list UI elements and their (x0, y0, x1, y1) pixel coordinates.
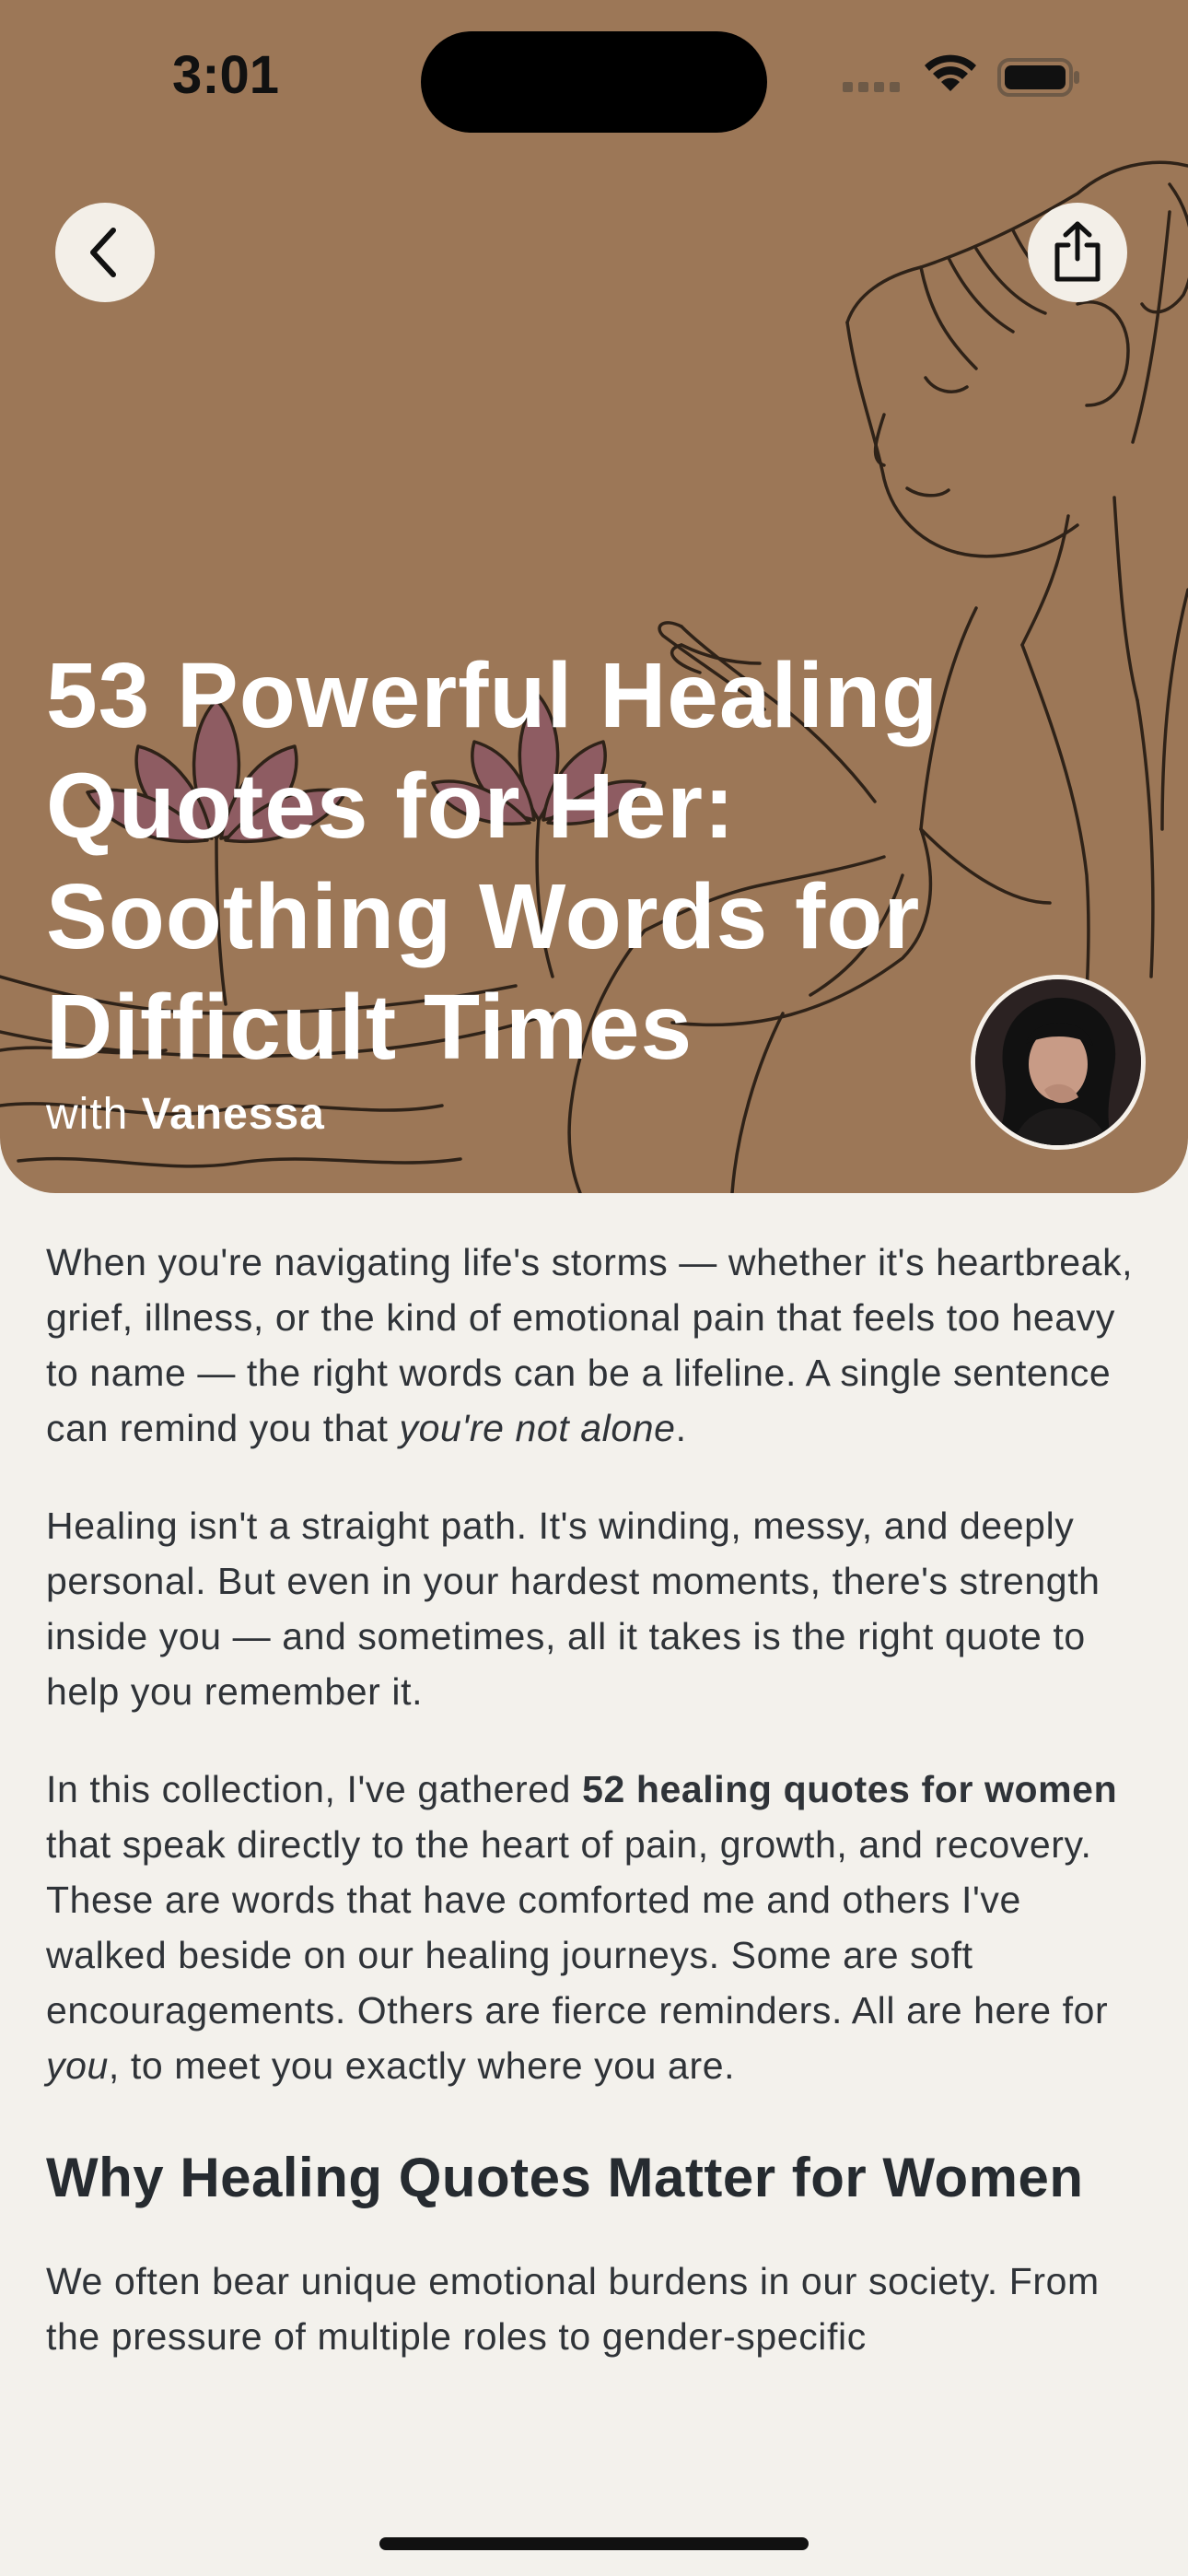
paragraph-healing: Healing isn't a straight path. It's wind… (46, 1505, 1101, 1713)
battery-icon (997, 58, 1079, 97)
paragraph-intro: When you're navigating life's storms — w… (46, 1241, 1134, 1449)
wifi-icon (925, 54, 976, 91)
article-title: 53 Powerful Healing Quotes for Her: Soot… (46, 644, 939, 1079)
dynamic-island (421, 31, 767, 133)
home-indicator[interactable] (379, 2537, 809, 2550)
byline-prefix: with (46, 1090, 129, 1139)
author-avatar[interactable] (971, 975, 1146, 1150)
share-icon (1054, 221, 1101, 282)
back-button[interactable] (55, 203, 155, 302)
author-photo (975, 979, 1141, 1145)
author-name[interactable]: Vanessa (142, 1090, 325, 1139)
status-icons (843, 54, 1079, 97)
emphasis-text: you're not alone (399, 1407, 676, 1449)
paragraph-collection: In this collection, I've gathered 52 hea… (46, 1768, 1118, 2087)
paragraph-burdens: We often bear unique emotional burdens i… (46, 2260, 1100, 2358)
emphasis-text: you (46, 2044, 109, 2087)
bold-text: 52 healing quotes for women (582, 1768, 1118, 1810)
article-body: When you're navigating life's storms — w… (46, 1235, 1142, 2406)
author-byline: with Vanessa (46, 1089, 325, 1140)
cellular-signal-icon (843, 82, 900, 92)
chevron-left-icon (90, 228, 116, 277)
article-hero: 3:01 53 Powerful Healing Quotes for Her:… (0, 0, 1188, 1193)
section-heading: Why Healing Quotes Matter for Women (46, 2147, 1084, 2208)
share-button[interactable] (1028, 203, 1127, 302)
status-time: 3:01 (171, 45, 280, 105)
